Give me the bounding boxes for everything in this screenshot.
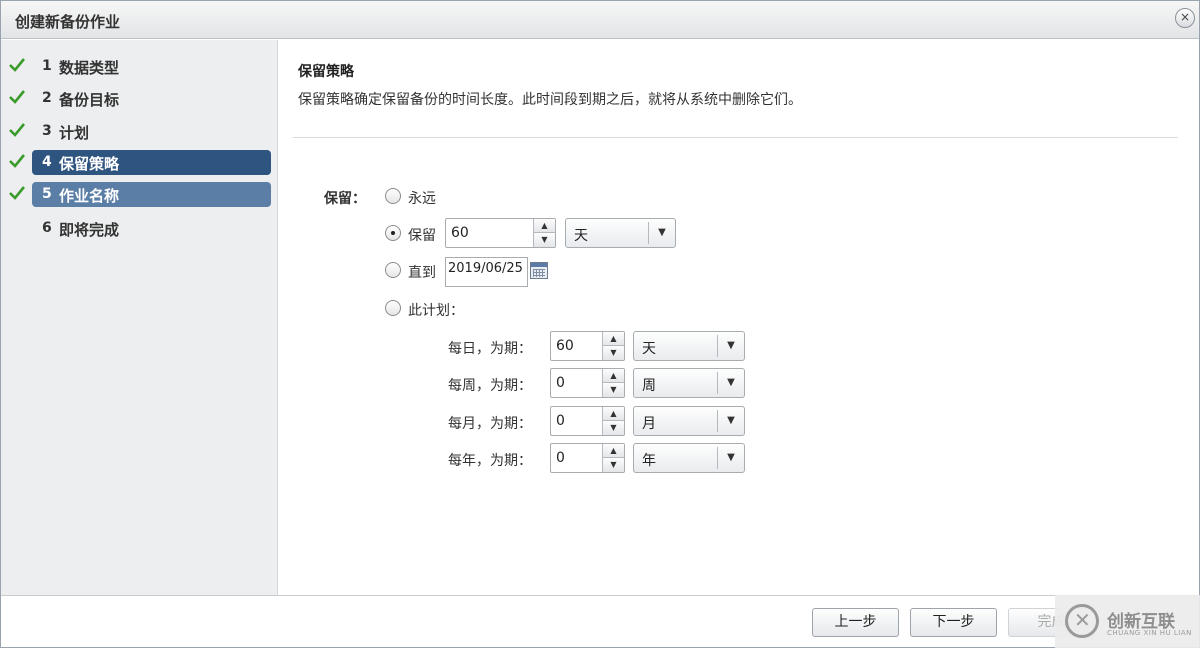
retain-forever-label: 永远 [408, 191, 436, 207]
increment-button[interactable]: ▲ [534, 219, 555, 233]
step-number: 3 [42, 123, 52, 139]
section-description: 保留策略确定保留备份的时间长度。此时间段到期之后，就将从系统中删除它们。 [298, 92, 802, 108]
step-number: 5 [42, 186, 52, 202]
step-label: 计划 [59, 124, 90, 142]
plan-daily-value: 60 [556, 338, 574, 354]
plan-yearly-stepper[interactable]: 0 ▲ ▼ [550, 443, 625, 473]
decrement-button[interactable]: ▼ [603, 383, 624, 397]
retain-forever-radio[interactable] [385, 188, 401, 204]
step-label: 即将完成 [59, 221, 120, 239]
plan-daily-label: 每日，为期： [448, 341, 532, 357]
step-number: 2 [42, 90, 52, 106]
plan-monthly-label: 每月，为期： [448, 416, 532, 432]
stepper-buttons: ▲ ▼ [602, 369, 624, 397]
plan-weekly-unit-select[interactable]: 周 ▼ [633, 368, 745, 398]
chevron-down-icon: ▼ [648, 222, 675, 244]
decrement-button[interactable]: ▼ [603, 346, 624, 360]
retain-keep-stepper[interactable]: 60 ▲ ▼ [445, 218, 556, 248]
stepper-buttons: ▲ ▼ [533, 219, 555, 247]
stepper-buttons: ▲ ▼ [602, 407, 624, 435]
step-label: 备份目标 [59, 91, 120, 109]
step-data-type[interactable]: 1 数据类型 [9, 54, 271, 79]
decrement-button[interactable]: ▼ [603, 421, 624, 435]
retain-plan-radio[interactable] [385, 300, 401, 316]
step-label: 保留策略 [59, 155, 120, 173]
close-icon[interactable]: × [1175, 8, 1195, 28]
check-icon [9, 58, 25, 72]
plan-yearly-value: 0 [556, 450, 565, 466]
step-label: 数据类型 [59, 59, 120, 77]
next-button[interactable]: 下一步 [910, 608, 997, 637]
retain-label: 保留： [324, 191, 366, 207]
retain-until-date-field[interactable]: 2019/06/25 [445, 257, 528, 287]
plan-daily-unit: 天 [642, 341, 656, 357]
increment-button[interactable]: ▲ [603, 407, 624, 421]
step-retention-policy[interactable]: 4 保留策略 [9, 150, 271, 175]
dialog-titlebar: 创建新备份作业 × [1, 1, 1199, 39]
step-schedule[interactable]: 3 计划 [9, 119, 271, 144]
increment-button[interactable]: ▲ [603, 369, 624, 383]
prev-button[interactable]: 上一步 [812, 608, 899, 637]
retain-keep-radio[interactable] [385, 225, 401, 241]
brand-logo-icon [1065, 604, 1099, 638]
plan-yearly-unit-select[interactable]: 年 ▼ [633, 443, 745, 473]
create-backup-job-dialog: 创建新备份作业 × 1 数据类型 2 备份目标 3 计划 4 保留策略 5 作业… [0, 0, 1200, 648]
retain-keep-unit-select[interactable]: 天 ▼ [565, 218, 676, 248]
chevron-down-icon: ▼ [717, 372, 744, 394]
decrement-button[interactable]: ▼ [534, 233, 555, 247]
divider [293, 137, 1178, 138]
stepper-buttons: ▲ ▼ [602, 332, 624, 360]
plan-daily-stepper[interactable]: 60 ▲ ▼ [550, 331, 625, 361]
check-icon [9, 90, 25, 104]
plan-monthly-value: 0 [556, 413, 565, 429]
chevron-down-icon: ▼ [717, 410, 744, 432]
retain-keep-value: 60 [451, 225, 469, 241]
plan-monthly-unit-select[interactable]: 月 ▼ [633, 406, 745, 436]
watermark-logo: 创新互联 CHUANG XIN HU LIAN [1055, 595, 1200, 648]
step-label: 作业名称 [59, 187, 120, 205]
retain-keep-label: 保留 [408, 228, 436, 244]
step-job-name[interactable]: 5 作业名称 [9, 182, 271, 207]
increment-button[interactable]: ▲ [603, 332, 624, 346]
dialog-footer: 上一步 下一步 完成 [1, 595, 1199, 647]
plan-monthly-unit: 月 [642, 416, 656, 432]
retain-until-radio[interactable] [385, 262, 401, 278]
chevron-down-icon: ▼ [717, 447, 744, 469]
step-ready-to-complete[interactable]: 6 即将完成 [32, 216, 271, 241]
calendar-icon[interactable] [530, 262, 548, 279]
check-icon [9, 154, 25, 168]
calendar-grid [533, 269, 545, 277]
wizard-steps-sidebar: 1 数据类型 2 备份目标 3 计划 4 保留策略 5 作业名称 6 即将完成 [1, 40, 278, 595]
plan-yearly-unit: 年 [642, 453, 656, 469]
increment-button[interactable]: ▲ [603, 444, 624, 458]
dialog-title: 创建新备份作业 [15, 13, 121, 31]
plan-weekly-unit: 周 [642, 378, 656, 394]
check-icon [9, 123, 25, 137]
retain-keep-unit: 天 [574, 228, 588, 244]
check-icon [9, 186, 25, 200]
stepper-buttons: ▲ ▼ [602, 444, 624, 472]
plan-weekly-label: 每周，为期： [448, 378, 532, 394]
step-number: 1 [42, 58, 52, 74]
step-number: 4 [42, 154, 52, 170]
plan-yearly-label: 每年，为期： [448, 453, 532, 469]
step-number: 6 [42, 220, 52, 236]
step-backup-target[interactable]: 2 备份目标 [9, 86, 271, 111]
plan-weekly-stepper[interactable]: 0 ▲ ▼ [550, 368, 625, 398]
retain-plan-label: 此计划： [408, 303, 464, 319]
plan-weekly-value: 0 [556, 375, 565, 391]
plan-daily-unit-select[interactable]: 天 ▼ [633, 331, 745, 361]
plan-monthly-stepper[interactable]: 0 ▲ ▼ [550, 406, 625, 436]
calendar-header [531, 263, 547, 267]
section-title: 保留策略 [298, 64, 354, 80]
retain-until-date: 2019/06/25 [448, 261, 523, 276]
watermark-subtext: CHUANG XIN HU LIAN [1107, 629, 1192, 637]
chevron-down-icon: ▼ [717, 335, 744, 357]
decrement-button[interactable]: ▼ [603, 458, 624, 472]
retain-until-label: 直到 [408, 265, 436, 281]
retention-policy-panel: 保留策略 保留策略确定保留备份的时间长度。此时间段到期之后，就将从系统中删除它们… [279, 40, 1199, 595]
